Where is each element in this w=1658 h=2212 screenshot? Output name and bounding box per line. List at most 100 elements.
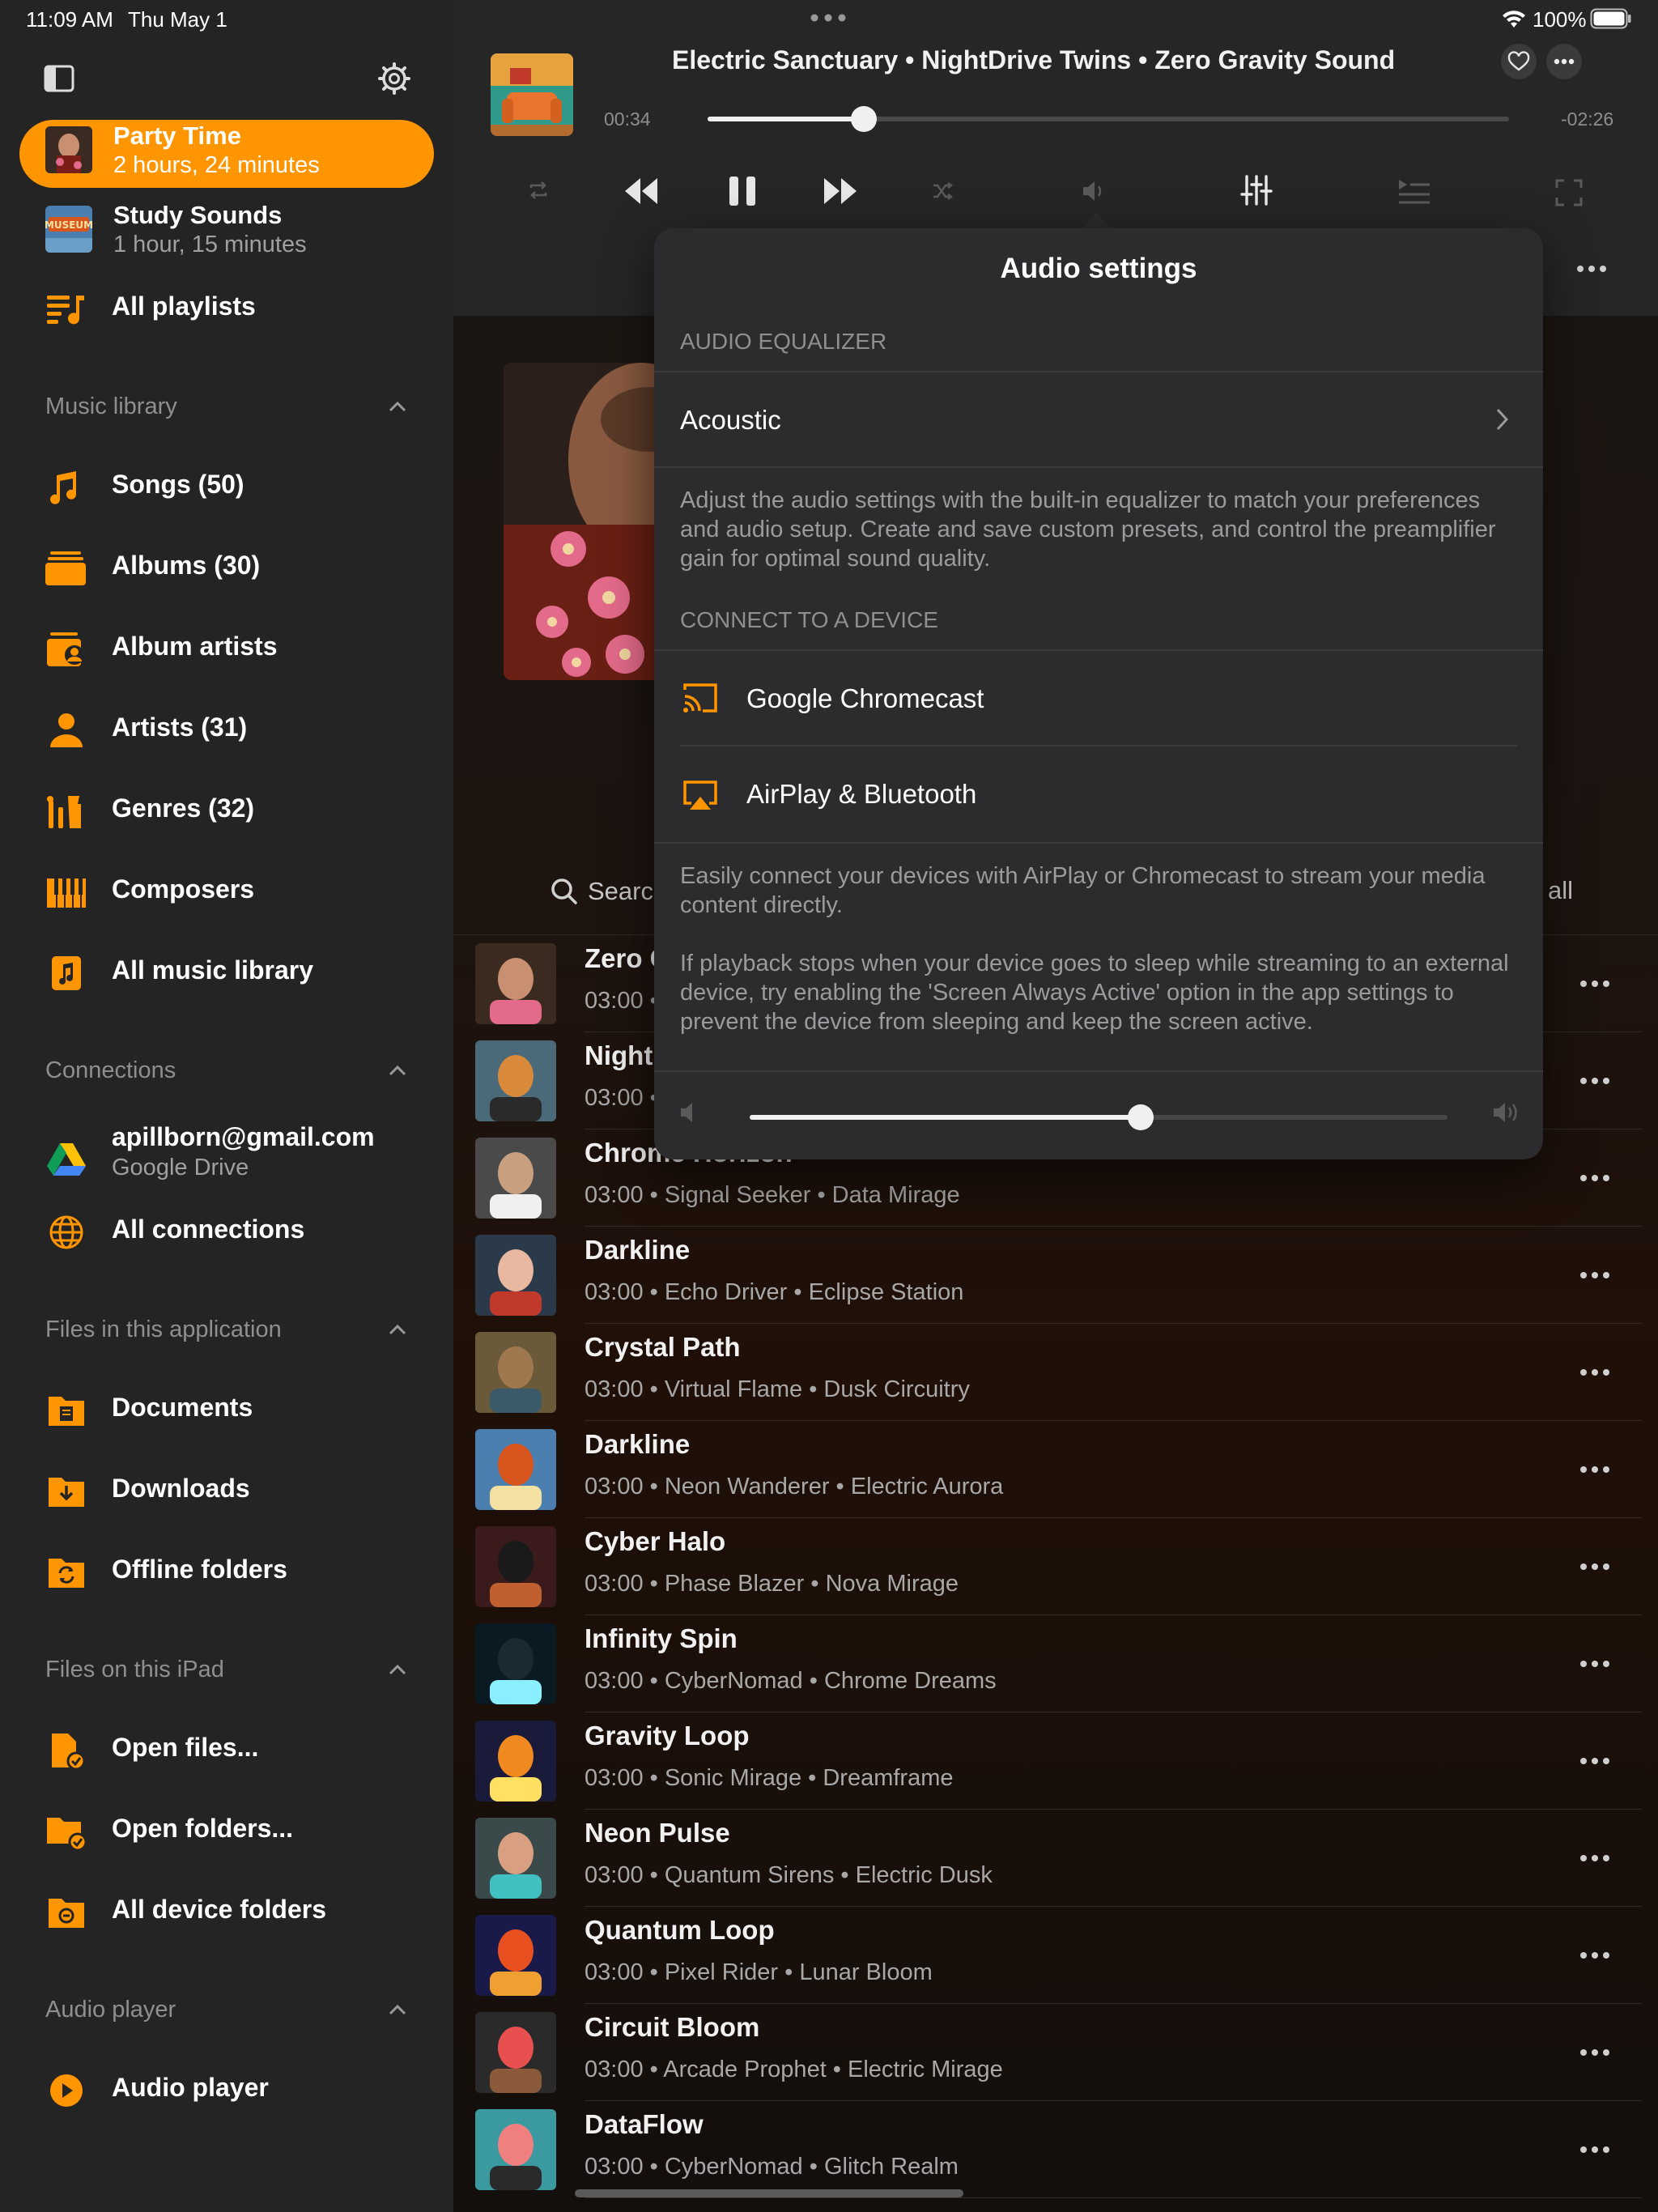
track-meta: 03:00 • CyberNomad • Glitch Realm xyxy=(585,2154,959,2180)
track-row[interactable]: DataFlow 03:00 • CyberNomad • Glitch Real… xyxy=(453,2101,1658,2198)
sidebar-item-all-music-library[interactable]: All music library xyxy=(0,936,453,1009)
sidebar-item-label: Documents xyxy=(112,1393,253,1422)
volume-low-icon xyxy=(681,1103,692,1122)
chevron-up-icon[interactable] xyxy=(385,398,410,415)
track-row[interactable]: Darkline 03:00 • Echo Driver • Eclipse St… xyxy=(453,1227,1658,1324)
track-row[interactable]: Darkline 03:00 • Neon Wanderer • Electric… xyxy=(453,1421,1658,1518)
track-row[interactable]: Neon Pulse 03:00 • Quantum Sirens • Elect… xyxy=(453,1810,1658,1907)
battery-icon xyxy=(1590,8,1631,29)
now-playing-title: Electric Sanctuary • NightDrive Twins • … xyxy=(672,45,1396,74)
sidebar-item-documents[interactable]: Documents xyxy=(0,1373,453,1446)
airplay-icon xyxy=(683,781,717,810)
track-more-icon[interactable] xyxy=(1577,1065,1613,1097)
track-more-icon[interactable] xyxy=(1577,1939,1613,1972)
sidebar-item-open-folders[interactable]: Open folders... xyxy=(0,1794,453,1867)
chromecast-icon xyxy=(683,683,717,713)
volume-slider[interactable] xyxy=(750,1104,1448,1130)
sidebar-item-google-drive-account[interactable]: apillborn@gmail.com Google Drive xyxy=(0,1117,453,1198)
section-title-connections: Connections xyxy=(45,1057,176,1083)
playlist-title: Party Time xyxy=(113,121,241,150)
track-artwork xyxy=(475,1138,556,1219)
chevron-up-icon[interactable] xyxy=(385,1661,410,1678)
chevron-up-icon[interactable] xyxy=(385,1321,410,1338)
sidebar-item-offline-folders[interactable]: Offline folders xyxy=(0,1535,453,1608)
sidebar-item-label: Composers xyxy=(112,874,255,904)
sidebar-item-albums[interactable]: Albums (30) xyxy=(0,531,453,604)
sidebar-item-label: Songs (50) xyxy=(112,470,244,499)
rewind-icon[interactable] xyxy=(622,173,659,209)
divider xyxy=(654,842,1543,844)
volume-knob[interactable] xyxy=(1127,1104,1154,1130)
chevron-right-icon xyxy=(1496,408,1509,431)
sidebar-item-genres[interactable]: Genres (32) xyxy=(0,774,453,847)
track-more-icon[interactable] xyxy=(1577,1259,1613,1291)
progress-knob[interactable] xyxy=(851,106,878,132)
piano-icon xyxy=(47,878,86,908)
sidebar-item-all-device-folders[interactable]: All device folders xyxy=(0,1875,453,1948)
sidebar-item-label: Open folders... xyxy=(112,1814,294,1843)
track-more-icon[interactable] xyxy=(1577,1842,1613,1874)
sidebar-item-open-files[interactable]: Open files... xyxy=(0,1713,453,1786)
track-more-icon[interactable] xyxy=(1577,1551,1613,1583)
multitasking-dots-icon[interactable] xyxy=(810,13,847,23)
section-title-files-in-app: Files in this application xyxy=(45,1317,282,1342)
section-header-equalizer: AUDIO EQUALIZER xyxy=(680,329,887,354)
sidebar-item-all-playlists[interactable]: All playlists xyxy=(0,272,453,345)
repeat-icon[interactable] xyxy=(526,178,551,202)
track-artwork xyxy=(475,1040,556,1121)
track-row[interactable]: Gravity Loop 03:00 • Sonic Mirage • Dream… xyxy=(453,1712,1658,1810)
playlist-thumbnail: MUSEUM xyxy=(45,206,92,253)
audio-settings-popover: Audio settings AUDIO EQUALIZER Acoustic … xyxy=(654,228,1543,1159)
track-more-icon[interactable] xyxy=(1577,1745,1613,1777)
sidebar-item-all-connections[interactable]: All connections xyxy=(0,1195,453,1268)
divider xyxy=(654,466,1543,468)
track-row[interactable]: Infinity Spin 03:00 • CyberNomad • Chrome… xyxy=(453,1615,1658,1712)
track-row[interactable]: Cyber Halo 03:00 • Phase Blazer • Nova Mi… xyxy=(453,1518,1658,1615)
chevron-up-icon[interactable] xyxy=(385,2001,410,2018)
volume-output-icon[interactable] xyxy=(1080,178,1107,204)
chevron-up-icon[interactable] xyxy=(385,1062,410,1078)
track-row[interactable]: Crystal Path 03:00 • Virtual Flame • Dusk… xyxy=(453,1324,1658,1421)
sidebar-item-artists[interactable]: Artists (31) xyxy=(0,693,453,766)
chromecast-row[interactable]: Google Chromecast xyxy=(654,651,1543,745)
airplay-label: AirPlay & Bluetooth xyxy=(746,779,977,809)
sidebar-toggle-icon[interactable] xyxy=(44,65,74,92)
track-more-icon[interactable] xyxy=(1577,1162,1613,1194)
track-row[interactable]: Quantum Loop 03:00 • Pixel Rider • Lunar … xyxy=(453,1907,1658,2004)
playlist-duration: 2 hours, 24 minutes xyxy=(113,152,320,178)
divider xyxy=(654,1070,1543,1072)
track-meta: 03:00 • CyberNomad • Chrome Dreams xyxy=(585,1668,997,1694)
now-playing-artwork[interactable] xyxy=(491,53,573,136)
track-more-icon[interactable] xyxy=(1577,1648,1613,1680)
sidebar-item-songs[interactable]: Songs (50) xyxy=(0,450,453,523)
equalizer-preset-row[interactable]: Acoustic xyxy=(654,372,1543,466)
sidebar-item-downloads[interactable]: Downloads xyxy=(0,1454,453,1527)
settings-gear-icon[interactable] xyxy=(377,62,411,96)
track-more-icon[interactable] xyxy=(1577,968,1613,1000)
queue-icon[interactable] xyxy=(1396,177,1431,206)
queue-more-icon[interactable] xyxy=(1574,261,1609,277)
player-more-button[interactable] xyxy=(1546,44,1582,79)
shuffle-icon[interactable] xyxy=(931,180,954,202)
progress-slider[interactable] xyxy=(708,106,1509,132)
favorite-button[interactable] xyxy=(1501,44,1537,79)
track-more-icon[interactable] xyxy=(1577,1453,1613,1486)
sidebar-item-label: All device folders xyxy=(112,1895,326,1924)
sidebar-item-composers[interactable]: Composers xyxy=(0,855,453,928)
track-more-icon[interactable] xyxy=(1577,2036,1613,2069)
airplay-bluetooth-row[interactable]: AirPlay & Bluetooth xyxy=(654,747,1543,840)
sidebar-item-audio-player[interactable]: Audio player xyxy=(0,2053,453,2126)
track-row[interactable]: Circuit Bloom 03:00 • Arcade Prophet • El… xyxy=(453,2004,1658,2101)
sidebar-item-album-artists[interactable]: Album artists xyxy=(0,612,453,685)
fullscreen-icon[interactable] xyxy=(1554,178,1584,207)
account-email: apillborn@gmail.com xyxy=(112,1122,375,1151)
sidebar-item-label: Album artists xyxy=(112,632,278,661)
pause-icon[interactable] xyxy=(727,173,758,209)
equalizer-description: Adjust the audio settings with the built… xyxy=(680,487,1496,572)
sync-folder-icon xyxy=(49,1559,84,1588)
fast-forward-icon[interactable] xyxy=(823,173,860,209)
track-more-icon[interactable] xyxy=(1577,1356,1613,1389)
track-artwork xyxy=(475,1721,556,1802)
track-more-icon[interactable] xyxy=(1577,2133,1613,2166)
equalizer-icon[interactable] xyxy=(1240,173,1273,207)
